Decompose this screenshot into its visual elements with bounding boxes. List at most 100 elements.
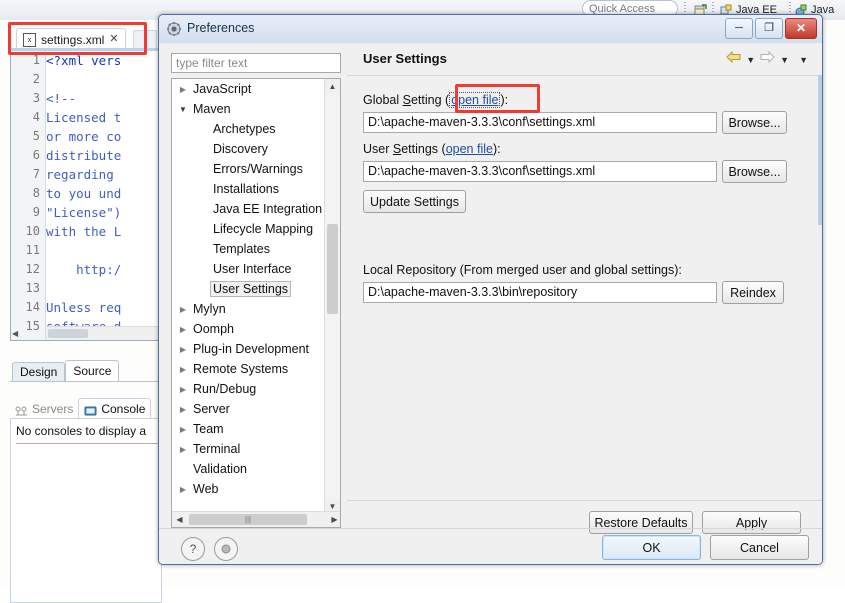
tree-item-maven[interactable]: ▼ Maven	[172, 99, 327, 119]
close-button[interactable]: ✕	[785, 18, 817, 39]
code-line: "License")	[46, 205, 122, 220]
tab-design[interactable]: Design	[12, 362, 66, 382]
preferences-tree[interactable]: ▶ JavaScript ▼ Maven Archetypes Discovery Erro…	[171, 78, 341, 528]
tree-item-javascript[interactable]: ▶ JavaScript	[172, 79, 327, 99]
update-settings-button[interactable]: Update Settings	[363, 190, 466, 213]
tree-item-installations[interactable]: Installations	[172, 179, 327, 199]
dialog-title-bar[interactable]: Preferences ─ ❐ ✕	[159, 15, 822, 44]
editor-scroll-left-arrow[interactable]: ◀	[12, 328, 18, 339]
chevron-right-icon[interactable]: ▶	[176, 365, 190, 374]
global-setting-label-suffix: etting	[410, 93, 446, 107]
tree-item-server[interactable]: ▶ Server	[172, 399, 327, 419]
code-line: <!--	[46, 91, 77, 106]
page-scrollbar-thumb[interactable]	[818, 75, 822, 225]
line-number: 11	[25, 243, 40, 257]
chevron-down-icon[interactable]: ▼	[176, 105, 190, 114]
global-setting-browse-button[interactable]: Browse...	[722, 111, 787, 134]
editor-horizontal-scrollbar[interactable]	[46, 326, 161, 340]
chevron-right-icon[interactable]: ▶	[176, 445, 190, 454]
global-setting-path-input[interactable]: D:\apache-maven-3.3.3\conf\settings.xml	[363, 112, 717, 133]
global-setting-mnemonic: S	[402, 93, 411, 107]
minimize-icon: ─	[735, 22, 743, 34]
xml-source-editor[interactable]: 1 2 3 4 5 6 7 8 9 10 11 12 13 14 15 <?xm…	[10, 51, 162, 341]
tab-source[interactable]: Source	[65, 360, 120, 382]
view-tab-console-label: Console	[101, 401, 146, 416]
forward-arrow-icon[interactable]	[759, 50, 776, 69]
tree-item-oomph[interactable]: ▶ Oomph	[172, 319, 327, 339]
filter-input[interactable]: type filter text	[171, 53, 341, 73]
dialog-footer: ? OK Cancel	[159, 500, 822, 564]
code-line: regarding	[46, 167, 114, 182]
tree-item-label: Remote Systems	[193, 362, 289, 376]
forward-dropdown-caret[interactable]: ▼	[780, 55, 789, 65]
tree-item-label: Discovery	[213, 142, 268, 156]
tree-item-templates[interactable]: Templates	[172, 239, 327, 259]
chevron-right-icon[interactable]: ▶	[176, 425, 190, 434]
maximize-button[interactable]: ❐	[755, 18, 783, 39]
code-text-area[interactable]: <?xml vers <!-- Licensed t or more co di…	[46, 51, 161, 340]
user-settings-label-prefix: User	[363, 142, 393, 156]
view-tab-servers[interactable]: Servers	[10, 400, 78, 419]
reindex-button[interactable]: Reindex	[722, 281, 784, 304]
chevron-right-icon[interactable]: ▶	[176, 485, 190, 494]
tree-item-label: Run/Debug	[193, 382, 257, 396]
tree-scroll-up-arrow[interactable]: ▲	[325, 79, 340, 94]
tree-item-mylyn[interactable]: ▶ Mylyn	[172, 299, 327, 319]
tree-item-web[interactable]: ▶ Web	[172, 479, 327, 499]
chevron-right-icon[interactable]: ▶	[176, 325, 190, 334]
tree-item-team[interactable]: ▶ Team	[172, 419, 327, 439]
code-line: Licensed t	[46, 110, 122, 125]
tree-item-validation[interactable]: Validation	[172, 459, 327, 479]
code-line: or more co	[46, 129, 122, 144]
back-arrow-icon[interactable]	[725, 50, 742, 69]
tree-item-remote-systems[interactable]: ▶ Remote Systems	[172, 359, 327, 379]
record-icon[interactable]	[214, 537, 238, 561]
settings-tab-highlight	[8, 22, 147, 55]
tree-vertical-scrollbar[interactable]: ▲ ▼	[324, 79, 340, 514]
console-panel: No consoles to display a	[10, 418, 164, 603]
tree-item-lifecycle-mapping[interactable]: Lifecycle Mapping	[172, 219, 327, 239]
line-number: 4	[32, 110, 40, 124]
tree-item-errors-warnings[interactable]: Errors/Warnings	[172, 159, 327, 179]
preferences-gear-icon	[166, 21, 182, 37]
tree-item-plug-in-development[interactable]: ▶ Plug-in Development	[172, 339, 327, 359]
open-file-link-highlight	[455, 84, 540, 113]
view-tab-row: Servers Console	[10, 398, 152, 419]
editor-scrollbar-thumb[interactable]	[48, 329, 88, 338]
user-settings-mnemonic: S	[392, 142, 402, 156]
tree-item-discovery[interactable]: Discovery	[172, 139, 327, 159]
local-repository-input[interactable]: D:\apache-maven-3.3.3\bin\repository	[363, 282, 717, 303]
chevron-right-icon[interactable]: ▶	[176, 305, 190, 314]
tree-item-label: Plug-in Development	[193, 342, 310, 356]
cancel-button[interactable]: Cancel	[710, 535, 809, 560]
tree-item-archetypes[interactable]: Archetypes	[172, 119, 327, 139]
view-menu-icon[interactable]: ▼	[799, 55, 808, 65]
tree-item-terminal[interactable]: ▶ Terminal	[172, 439, 327, 459]
tree-item-user-settings[interactable]: User Settings	[172, 279, 327, 299]
tree-item-user-interface[interactable]: User Interface	[172, 259, 327, 279]
view-tab-console[interactable]: Console	[78, 398, 152, 419]
user-settings-open-file-link[interactable]: open file	[446, 142, 493, 156]
tree-scrollbar-thumb[interactable]	[327, 224, 338, 314]
chevron-right-icon[interactable]: ▶	[176, 85, 190, 94]
help-icon[interactable]: ?	[181, 537, 205, 561]
chevron-right-icon[interactable]: ▶	[176, 385, 190, 394]
line-number: 7	[32, 167, 40, 181]
user-settings-path-input[interactable]: D:\apache-maven-3.3.3\conf\settings.xml	[363, 161, 717, 182]
tree-item-java-ee-integration[interactable]: Java EE Integration	[172, 199, 327, 219]
user-settings-close-paren: ):	[492, 142, 501, 156]
minimize-button[interactable]: ─	[725, 18, 753, 39]
dialog-title: Preferences	[187, 21, 255, 35]
ok-button[interactable]: OK	[602, 535, 701, 560]
back-dropdown-caret[interactable]: ▼	[746, 55, 755, 65]
tree-item-label: Web	[193, 482, 219, 496]
chevron-right-icon[interactable]: ▶	[176, 345, 190, 354]
user-settings-browse-button[interactable]: Browse...	[722, 160, 787, 183]
chevron-right-icon[interactable]: ▶	[176, 405, 190, 414]
page-vertical-scrollbar[interactable]	[818, 75, 822, 500]
code-line: to you und	[46, 186, 122, 201]
tree-item-label: Server	[193, 402, 230, 416]
tree-item-run-debug[interactable]: ▶ Run/Debug	[172, 379, 327, 399]
